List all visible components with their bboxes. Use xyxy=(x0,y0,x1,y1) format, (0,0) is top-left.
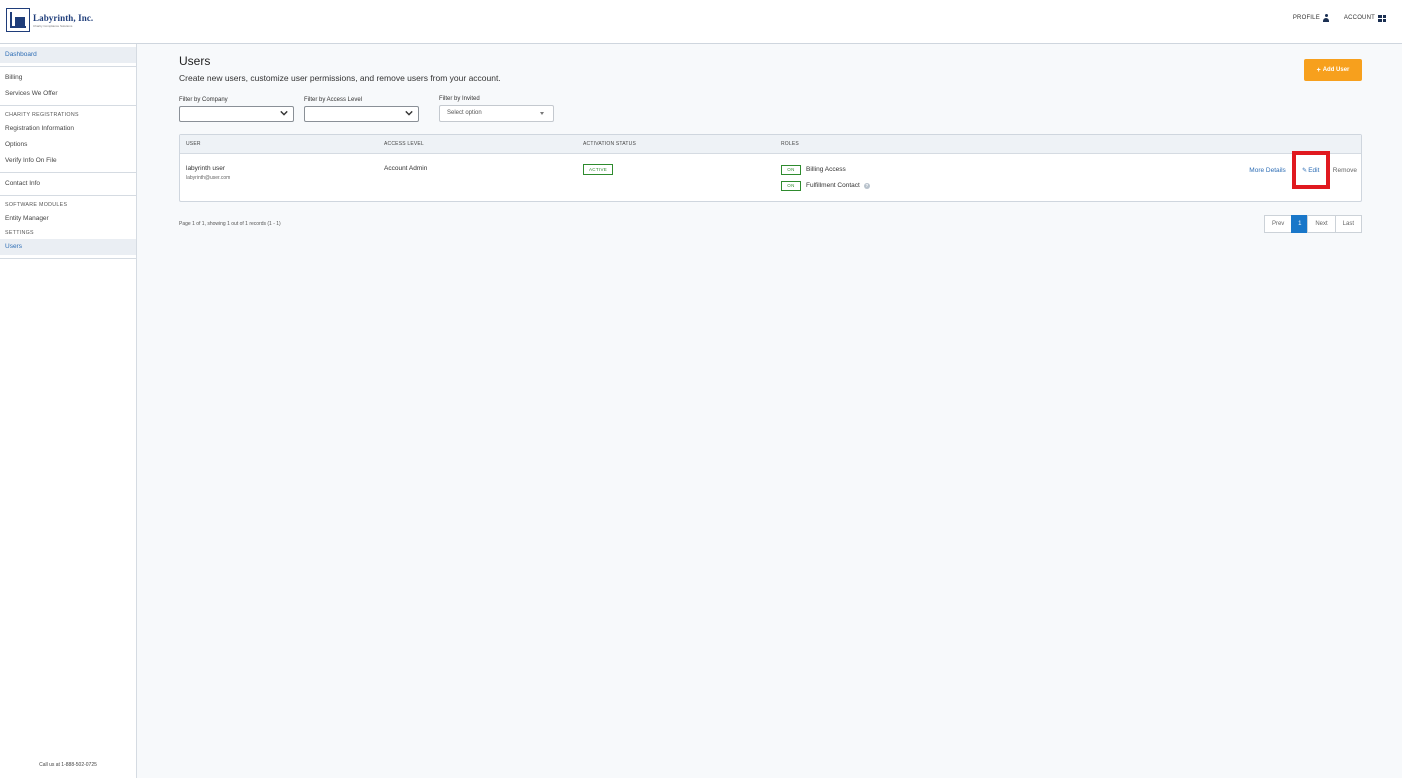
sidebar-item-billing[interactable]: Billing xyxy=(0,70,136,86)
chevron-down-icon xyxy=(280,110,288,116)
nav-group-modules: SOFTWARE MODULES Entity Manager SETTINGS… xyxy=(0,196,136,259)
edit-link[interactable]: Edit xyxy=(1308,167,1319,174)
sidebar-item-dashboard[interactable]: Dashboard xyxy=(0,47,136,63)
filter-invited-label: Filter by Invited xyxy=(439,96,480,102)
filter-company-label: Filter by Company xyxy=(179,97,228,103)
filter-access: Filter by Access Level xyxy=(304,97,419,122)
sidebar-heading-settings: SETTINGS xyxy=(5,230,34,236)
next-page-button[interactable]: Next xyxy=(1307,215,1336,233)
nav-group-dashboard: Dashboard xyxy=(0,44,136,67)
column-header-roles: ROLES xyxy=(781,141,799,147)
logo-tagline: Charity Compliance Solutions xyxy=(33,23,73,28)
roles-cell: ON Billing Access ON Fulfillment Contact… xyxy=(781,164,870,196)
user-cell: labyrinth user labyrinth@user.com xyxy=(186,165,230,181)
nav-group-charity: CHARITY REGISTRATIONS Registration Infor… xyxy=(0,106,136,173)
company-select[interactable] xyxy=(179,106,294,122)
remove-link[interactable]: Remove xyxy=(1333,167,1357,174)
nav-group-contact: Contact Info xyxy=(0,173,136,196)
role-toggle-badge[interactable]: ON xyxy=(781,164,801,175)
role-name: Fulfillment Contact xyxy=(806,182,860,189)
add-user-button[interactable]: + Add User xyxy=(1304,59,1362,81)
table-row: labyrinth user labyrinth@user.com Accoun… xyxy=(180,151,1361,202)
account-link[interactable]: ACCOUNT xyxy=(1343,14,1386,22)
table-header: USER ACCESS LEVEL ACTIVATION STATUS ROLE… xyxy=(180,135,1361,154)
invited-select-value: Select option xyxy=(447,110,482,116)
plus-icon: + xyxy=(1316,66,1321,74)
person-icon xyxy=(1323,14,1330,22)
page-title: Users xyxy=(179,54,211,68)
grid-icon xyxy=(1378,14,1386,22)
filter-company: Filter by Company xyxy=(179,97,294,122)
page-subtitle: Create new users, customize user permiss… xyxy=(179,73,501,83)
role-item: ON Billing Access xyxy=(781,164,870,175)
edit-highlight-box[interactable]: ✎ Edit xyxy=(1291,151,1330,189)
sidebar-heading-charity: CHARITY REGISTRATIONS xyxy=(5,112,79,118)
page-1-button[interactable]: 1 xyxy=(1291,215,1309,233)
sidebar-heading-modules: SOFTWARE MODULES xyxy=(5,202,68,208)
filter-access-label: Filter by Access Level xyxy=(304,97,363,103)
chevron-down-icon xyxy=(405,110,413,116)
access-level-value: Account Admin xyxy=(384,165,428,172)
caret-down-icon xyxy=(540,112,544,115)
invited-select[interactable]: Select option xyxy=(439,105,554,122)
sidebar: Dashboard Billing Services We Offer CHAR… xyxy=(0,44,137,778)
user-name: labyrinth user xyxy=(186,165,226,172)
sidebar-item-users[interactable]: Users xyxy=(0,239,136,255)
access-level-select[interactable] xyxy=(304,106,419,122)
pencil-icon: ✎ xyxy=(1302,167,1308,174)
role-name: Billing Access xyxy=(806,166,846,173)
user-email: labyrinth@user.com xyxy=(186,175,231,181)
logo-name: Labyrinth, Inc. xyxy=(33,12,94,23)
column-header-user: USER xyxy=(186,141,201,147)
company-logo[interactable]: Labyrinth, Inc. Charity Compliance Solut… xyxy=(6,8,93,32)
sidebar-item-entity-manager[interactable]: Entity Manager xyxy=(0,211,136,227)
sidebar-item-verify-info[interactable]: Verify Info On File xyxy=(0,153,136,169)
column-header-activation-status: ACTIVATION STATUS xyxy=(583,141,637,147)
sidebar-item-contact-info[interactable]: Contact Info xyxy=(0,176,136,192)
pagination-info: Page 1 of 1, showing 1 out of 1 records … xyxy=(179,221,281,227)
nav-group-billing: Billing Services We Offer xyxy=(0,67,136,106)
status-badge: ACTIVE xyxy=(583,164,614,175)
column-header-access-level: ACCESS LEVEL xyxy=(384,141,424,147)
add-user-label: Add User xyxy=(1322,67,1350,73)
last-page-button[interactable]: Last xyxy=(1334,215,1362,233)
role-toggle-badge[interactable]: ON xyxy=(781,180,801,191)
prev-page-button[interactable]: Prev xyxy=(1263,215,1293,233)
account-label: ACCOUNT xyxy=(1343,15,1375,21)
row-actions: More Details ✎ Edit Remove xyxy=(1249,151,1357,189)
status-cell: ACTIVE xyxy=(583,164,614,175)
profile-label: PROFILE xyxy=(1292,15,1320,21)
more-details-link[interactable]: More Details xyxy=(1249,167,1285,174)
sidebar-item-options[interactable]: Options xyxy=(0,137,136,153)
profile-link[interactable]: PROFILE xyxy=(1293,14,1330,22)
labyrinth-logo-icon xyxy=(6,8,30,32)
help-icon[interactable]: ? xyxy=(863,182,870,189)
role-item: ON Fulfillment Contact ? xyxy=(781,180,870,191)
top-header: Labyrinth, Inc. Charity Compliance Solut… xyxy=(0,0,1402,44)
sidebar-item-services[interactable]: Services We Offer xyxy=(0,86,136,102)
filter-invited: Filter by Invited Select option xyxy=(439,96,554,122)
sidebar-item-registration-info[interactable]: Registration Information xyxy=(0,121,136,137)
call-us-text: Call us at 1-888-502-0725 xyxy=(39,762,97,768)
users-table: USER ACCESS LEVEL ACTIVATION STATUS ROLE… xyxy=(179,134,1362,202)
pagination: Prev 1 Next Last xyxy=(1263,215,1362,233)
